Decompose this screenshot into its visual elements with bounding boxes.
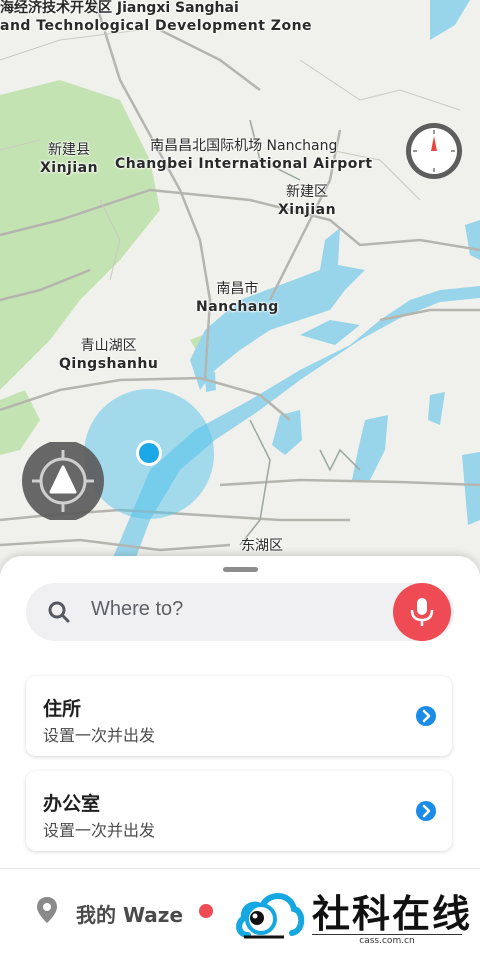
recenter-icon[interactable]: [21, 440, 107, 522]
map-label-cn: 青山湖区: [80, 338, 137, 354]
map-label-en: and Technological Development Zone: [0, 18, 313, 34]
place-subtitle: 设置一次并出发: [43, 726, 156, 745]
map-label-cn: 南昌昌北国际机场 Nanchang: [150, 138, 338, 154]
my-waze-button[interactable]: 我的 Waze: [76, 899, 183, 928]
map-label-xinjian-district: 新建区 Xinjian: [278, 183, 336, 219]
microphone-icon: [410, 598, 434, 626]
watermark-logo-icon: [234, 885, 306, 945]
map-label-en: Changbei International Airport: [115, 156, 373, 172]
map-label-cn: 南昌市: [216, 281, 259, 297]
map-label-cn: 海经济技术开发区 Jiangxi Sanghai: [0, 0, 239, 16]
compass-icon[interactable]: [405, 122, 463, 180]
place-subtitle: 设置一次并出发: [43, 821, 156, 840]
place-card-home[interactable]: 住所 设置一次并出发: [26, 676, 452, 756]
bottom-sheet[interactable]: Where to? 住所 设置一次并出发 办公室 设置一次并出发: [0, 556, 480, 868]
map-label-en: Qingshanhu: [59, 356, 159, 372]
watermark-title: 社科在线: [312, 892, 473, 936]
location-pin-icon[interactable]: [35, 896, 59, 928]
search-input[interactable]: Where to?: [91, 598, 183, 621]
watermark-subtitle: cass.com.cn: [312, 934, 462, 946]
map-label-qingshanhu: 青山湖区 Qingshanhu: [59, 337, 158, 373]
map-label-cn: 东湖区: [241, 538, 283, 554]
map-label-sanghai: 海经济技术开发区 Jiangxi Sanghai and Technologic…: [0, 0, 312, 35]
search-bar[interactable]: Where to?: [26, 583, 454, 641]
map-label-cn: 新建县: [48, 142, 91, 158]
bottom-bar: 我的 Waze 社科在线 cass.com.cn: [0, 868, 480, 954]
map-label-en: Xinjian: [278, 202, 337, 218]
drag-handle[interactable]: [223, 567, 258, 572]
place-title: 办公室: [43, 793, 101, 815]
place-card-office[interactable]: 办公室 设置一次并出发: [26, 771, 452, 851]
microphone-button[interactable]: [393, 583, 451, 641]
place-title: 住所: [43, 698, 82, 720]
map-label-donghu: 东湖区: [241, 537, 283, 555]
notification-dot: [199, 904, 213, 918]
map-label-en: Nanchang: [196, 299, 279, 315]
map-label-cn: 新建区: [286, 184, 329, 200]
search-icon: [46, 599, 72, 625]
map-view[interactable]: 海经济技术开发区 Jiangxi Sanghai and Technologic…: [0, 0, 480, 600]
chevron-right-circle-icon[interactable]: [415, 705, 437, 727]
map-label-airport: 南昌昌北国际机场 Nanchang Changbei International…: [115, 137, 373, 173]
map-label-en: Xinjian: [40, 160, 99, 176]
chevron-right-circle-icon[interactable]: [415, 800, 437, 822]
map-label-nanchang: 南昌市 Nanchang: [196, 280, 279, 316]
map-label-xinjian-county: 新建县 Xinjian: [40, 141, 98, 177]
